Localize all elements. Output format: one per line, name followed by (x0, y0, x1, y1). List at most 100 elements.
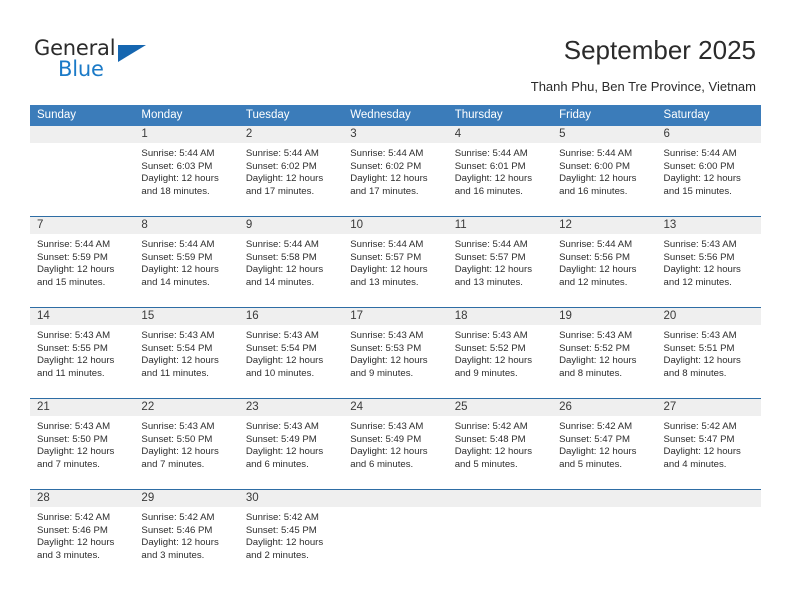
sunrise-text: Sunrise: 5:44 AM (141, 148, 215, 159)
day-number: 18 (447, 308, 553, 325)
calendar-day-cell[interactable]: 20 Sunrise: 5:43 AM Sunset: 5:51 PM Dayligh… (656, 307, 761, 399)
day-details: Sunrise: 5:43 AM Sunset: 5:55 PM Daylight:… (30, 325, 134, 380)
calendar-day-cell[interactable]: 22 Sunrise: 5:43 AM Sunset: 5:50 PM Dayligh… (134, 398, 239, 490)
calendar-day-cell[interactable]: 23 Sunrise: 5:43 AM Sunset: 5:49 PM Dayligh… (238, 398, 344, 490)
daylight-text-line1: Daylight: 12 hours (454, 264, 533, 276)
calendar-day-cell[interactable]: 13 Sunrise: 5:43 AM Sunset: 5:56 PM Dayligh… (656, 216, 761, 308)
day-number (656, 490, 761, 507)
calendar-day-cell[interactable]: 26 Sunrise: 5:42 AM Sunset: 5:47 PM Dayligh… (552, 398, 657, 490)
sunrise-text: Sunrise: 5:44 AM (245, 239, 319, 250)
calendar-day-cell[interactable]: 16 Sunrise: 5:43 AM Sunset: 5:54 PM Dayligh… (238, 307, 344, 399)
day-details: Sunrise: 5:43 AM Sunset: 5:50 PM Daylight:… (30, 416, 134, 471)
day-details: Sunrise: 5:43 AM Sunset: 5:50 PM Daylight:… (134, 416, 238, 471)
day-details: Sunrise: 5:43 AM Sunset: 5:52 PM Daylight:… (552, 325, 656, 380)
daylight-text-line1: Daylight: 12 hours (559, 446, 637, 458)
daylight-text-line2: and 3 minutes. (141, 549, 205, 561)
daylight-text-line2: and 13 minutes. (454, 276, 523, 288)
calendar-day-cell[interactable]: 5 Sunrise: 5:44 AM Sunset: 6:00 PM Daylight… (552, 126, 657, 217)
daylight-text-line1: Daylight: 12 hours (141, 446, 219, 458)
daylight-text-line2: and 8 minutes. (663, 367, 727, 379)
sunrise-text: Sunrise: 5:42 AM (454, 421, 528, 432)
calendar-cell-empty (30, 126, 135, 217)
day-details: Sunrise: 5:43 AM Sunset: 5:49 PM Daylight:… (343, 416, 447, 471)
calendar-day-cell[interactable]: 28 Sunrise: 5:42 AM Sunset: 5:46 PM Dayligh… (30, 489, 135, 580)
day-number: 24 (343, 399, 448, 416)
calendar-page: General Blue September 2025 Thanh Phu, B… (0, 0, 792, 612)
day-details: Sunrise: 5:43 AM Sunset: 5:54 PM Daylight:… (134, 325, 238, 380)
calendar-day-cell[interactable]: 9 Sunrise: 5:44 AM Sunset: 5:58 PM Daylight… (238, 216, 344, 308)
daylight-text-line2: and 8 minutes. (559, 367, 623, 379)
calendar-day-cell[interactable]: 7 Sunrise: 5:44 AM Sunset: 5:59 PM Daylight… (30, 216, 135, 308)
calendar-day-cell[interactable]: 10 Sunrise: 5:44 AM Sunset: 5:57 PM Dayligh… (343, 216, 448, 308)
daylight-text-line1: Daylight: 12 hours (141, 264, 219, 276)
daylight-text-line2: and 16 minutes. (454, 185, 523, 197)
day-number: 7 (30, 217, 135, 234)
daylight-text-line1: Daylight: 12 hours (663, 173, 741, 185)
calendar-day-cell[interactable]: 29 Sunrise: 5:42 AM Sunset: 5:46 PM Dayligh… (134, 489, 239, 580)
brand-logo[interactable]: General Blue (34, 36, 164, 82)
calendar-day-cell[interactable]: 14 Sunrise: 5:43 AM Sunset: 5:55 PM Dayligh… (30, 307, 135, 399)
sunrise-text: Sunrise: 5:44 AM (663, 148, 737, 159)
day-number: 29 (134, 490, 239, 507)
day-number: 12 (552, 217, 657, 234)
page-title: September 2025 (563, 35, 756, 65)
calendar-day-cell[interactable]: 18 Sunrise: 5:43 AM Sunset: 5:52 PM Dayligh… (447, 307, 553, 399)
brand-name-blue: Blue (58, 57, 104, 81)
daylight-text-line2: and 3 minutes. (37, 549, 100, 561)
daylight-text-line1: Daylight: 12 hours (454, 446, 533, 458)
calendar-day-cell[interactable]: 30 Sunrise: 5:42 AM Sunset: 5:45 PM Dayligh… (238, 489, 344, 580)
calendar-day-cell[interactable]: 2 Sunrise: 5:44 AM Sunset: 6:02 PM Daylight… (238, 126, 344, 217)
calendar-cell-empty (343, 489, 448, 580)
day-details: Sunrise: 5:44 AM Sunset: 5:59 PM Daylight:… (30, 234, 134, 289)
calendar-week-row: 7 Sunrise: 5:44 AM Sunset: 5:59 PM Daylight… (30, 216, 761, 308)
calendar-day-cell[interactable]: 25 Sunrise: 5:42 AM Sunset: 5:48 PM Dayligh… (447, 398, 553, 490)
sunset-text: Sunset: 6:02 PM (350, 160, 422, 172)
sunset-text: Sunset: 6:02 PM (245, 160, 317, 172)
calendar-day-cell[interactable]: 17 Sunrise: 5:43 AM Sunset: 5:53 PM Dayligh… (343, 307, 448, 399)
day-number: 20 (656, 308, 761, 325)
calendar-day-cell[interactable]: 12 Sunrise: 5:44 AM Sunset: 5:56 PM Dayligh… (552, 216, 657, 308)
calendar-header-row: Sunday Monday Tuesday Wednesday Thursday… (30, 105, 761, 126)
day-number: 3 (343, 126, 448, 143)
sunrise-text: Sunrise: 5:43 AM (245, 421, 319, 432)
calendar-day-cell[interactable]: 21 Sunrise: 5:43 AM Sunset: 5:50 PM Dayligh… (30, 398, 135, 490)
calendar-day-cell[interactable]: 3 Sunrise: 5:44 AM Sunset: 6:02 PM Daylight… (343, 126, 448, 217)
daylight-text-line1: Daylight: 12 hours (350, 355, 428, 367)
sunrise-text: Sunrise: 5:43 AM (454, 330, 528, 341)
day-details: Sunrise: 5:44 AM Sunset: 6:02 PM Daylight:… (343, 143, 447, 198)
sunrise-text: Sunrise: 5:42 AM (559, 421, 633, 432)
calendar-cell-empty (656, 489, 761, 580)
day-details: Sunrise: 5:43 AM Sunset: 5:49 PM Daylight:… (239, 416, 343, 471)
calendar-day-cell[interactable]: 8 Sunrise: 5:44 AM Sunset: 5:59 PM Daylight… (134, 216, 239, 308)
daylight-text-line1: Daylight: 12 hours (454, 173, 533, 185)
page-header: General Blue September 2025 Thanh Phu, B… (0, 0, 792, 100)
daylight-text-line1: Daylight: 12 hours (37, 537, 115, 549)
calendar-day-cell[interactable]: 24 Sunrise: 5:43 AM Sunset: 5:49 PM Dayligh… (343, 398, 448, 490)
calendar-day-cell[interactable]: 6 Sunrise: 5:44 AM Sunset: 6:00 PM Daylight… (656, 126, 761, 217)
calendar-day-cell[interactable]: 27 Sunrise: 5:42 AM Sunset: 5:47 PM Dayligh… (656, 398, 761, 490)
sunset-text: Sunset: 5:54 PM (141, 342, 213, 354)
day-details: Sunrise: 5:44 AM Sunset: 5:57 PM Daylight:… (343, 234, 447, 289)
calendar-day-cell[interactable]: 11 Sunrise: 5:44 AM Sunset: 5:57 PM Dayligh… (447, 216, 553, 308)
day-details: Sunrise: 5:43 AM Sunset: 5:56 PM Daylight:… (657, 234, 761, 289)
day-details: Sunrise: 5:44 AM Sunset: 5:56 PM Daylight:… (552, 234, 656, 289)
sunrise-text: Sunrise: 5:43 AM (559, 330, 633, 341)
weekday-header-sunday: Sunday (30, 105, 135, 126)
day-number (447, 490, 553, 507)
triangle-logo-icon (118, 45, 146, 62)
sunset-text: Sunset: 5:52 PM (559, 342, 631, 354)
day-details: Sunrise: 5:42 AM Sunset: 5:45 PM Daylight:… (239, 507, 343, 562)
calendar-day-cell[interactable]: 1 Sunrise: 5:44 AM Sunset: 6:03 PM Daylight… (134, 126, 239, 217)
day-details: Sunrise: 5:44 AM Sunset: 5:59 PM Daylight:… (134, 234, 238, 289)
calendar-day-cell[interactable]: 4 Sunrise: 5:44 AM Sunset: 6:01 PM Daylight… (447, 126, 553, 217)
daylight-text-line1: Daylight: 12 hours (37, 446, 115, 458)
sunrise-text: Sunrise: 5:43 AM (37, 330, 111, 341)
sunset-text: Sunset: 5:57 PM (454, 251, 526, 263)
day-number (552, 490, 657, 507)
calendar-day-cell[interactable]: 15 Sunrise: 5:43 AM Sunset: 5:54 PM Dayligh… (134, 307, 239, 399)
daylight-text-line2: and 6 minutes. (350, 458, 414, 470)
day-details: Sunrise: 5:44 AM Sunset: 6:00 PM Daylight:… (552, 143, 656, 198)
weekday-header-monday: Monday (134, 105, 239, 126)
calendar-day-cell[interactable]: 19 Sunrise: 5:43 AM Sunset: 5:52 PM Dayligh… (552, 307, 657, 399)
day-number: 17 (343, 308, 448, 325)
